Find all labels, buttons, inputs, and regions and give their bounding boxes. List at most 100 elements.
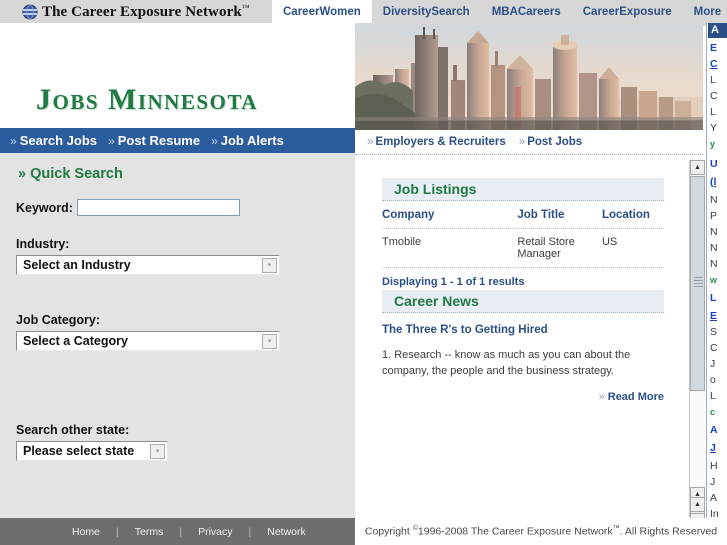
news-article-body: 1. Research -- know as much as you can a…: [382, 349, 631, 377]
state-select-value: Please select state: [23, 444, 135, 458]
quick-search-heading-label: Quick Search: [30, 166, 123, 182]
state-select[interactable]: Please select state ▾: [16, 441, 168, 461]
rail-line: o: [710, 375, 716, 386]
tab-diversitysearch[interactable]: DiversitySearch: [372, 0, 481, 23]
copyright-trademark-icon: ™: [612, 525, 620, 533]
job-listings-heading: Job Listings: [394, 181, 477, 197]
rail-line: C: [710, 343, 718, 354]
rail-line[interactable]: (l: [710, 177, 727, 188]
job-category-select-value: Select a Category: [23, 334, 128, 348]
cell-location: US: [601, 228, 664, 268]
table-row[interactable]: Tmobile Retail Store Manager US: [382, 228, 664, 268]
rail-line: w: [710, 275, 718, 285]
browser-tab-bar: The Career Exposure Network™ CareerWomen…: [0, 0, 727, 23]
footer-link-privacy[interactable]: Privacy: [198, 526, 232, 538]
rail-line: H: [710, 461, 718, 472]
page-root: The Career Exposure Network™ CareerWomen…: [0, 0, 727, 545]
nav-job-alerts-label: Job Alerts: [220, 133, 284, 148]
right-sidebar: A E C L C L Y y U (l N P N N N w L E S C…: [706, 23, 727, 545]
rail-line: L: [710, 391, 716, 402]
job-category-label: Job Category:: [16, 313, 101, 327]
header-skyline-image: [355, 25, 703, 130]
chevron-right-icon: »: [18, 166, 27, 182]
keyword-label: Keyword:: [16, 200, 73, 215]
rail-line: N: [710, 227, 718, 238]
job-listings-table: Company Job Title Location Tmobile Retai…: [382, 201, 664, 268]
copyright-body: 1996-2008 The Career Exposure Network: [417, 525, 613, 538]
page-title: Jobs Minnesota: [36, 83, 258, 116]
rail-line: A: [710, 493, 718, 504]
copyright-text: Copyright ©1996-2008 The Career Exposure…: [365, 525, 717, 538]
chevron-right-icon: »: [598, 391, 605, 403]
brand-name: The Career Exposure Network™: [42, 3, 250, 21]
page-scroll-up-button[interactable]: ▲: [690, 497, 705, 512]
rail-line: J: [710, 477, 716, 488]
footer-link-home[interactable]: Home: [72, 526, 100, 538]
col-job-title: Job Title: [517, 201, 602, 229]
nav-job-alerts[interactable]: » Job Alerts: [211, 133, 284, 148]
cell-job-title: Retail Store Manager: [517, 228, 602, 268]
rail-line: Y: [710, 123, 718, 134]
chevron-right-icon: »: [211, 134, 218, 148]
site-brand: The Career Exposure Network™: [22, 2, 250, 22]
chevron-down-icon: ▾: [150, 443, 165, 459]
nav-employers-recruiters-label: Employers & Recruiters: [375, 136, 506, 148]
nav-search-jobs-label: Search Jobs: [19, 133, 98, 148]
rail-line[interactable]: U: [710, 159, 727, 170]
rail-line: C: [710, 91, 718, 102]
col-company: Company: [382, 201, 518, 229]
tab-careerwomen-label: CareerWomen: [283, 5, 361, 18]
rail-line: P: [710, 211, 718, 222]
footer-link-terms[interactable]: Terms: [135, 526, 164, 538]
job-category-select[interactable]: Select a Category ▾: [16, 331, 280, 351]
footer-separator: |: [179, 525, 183, 538]
rail-line[interactable]: E: [710, 311, 727, 322]
career-news-panel: Career News The Three R's to Getting Hir…: [382, 290, 664, 403]
job-listings-header: Job Listings: [382, 178, 664, 201]
primary-nav: » Search Jobs » Post Resume » Job Alerts: [0, 128, 355, 153]
tab-mbacareers-label: MBACareers: [491, 5, 561, 18]
career-news-heading: Career News: [394, 293, 479, 309]
rail-line[interactable]: A: [710, 425, 727, 436]
rail-line[interactable]: L: [710, 293, 727, 304]
copyright-area: Copyright ©1996-2008 The Career Exposure…: [355, 518, 727, 545]
job-listings-panel: Job Listings Company Job Title Location …: [382, 178, 664, 297]
tab-careerexposure[interactable]: CareerExposure: [572, 0, 683, 23]
copyright-suffix: . All Rights Reserved: [619, 525, 718, 538]
footer-link-network[interactable]: Network: [267, 526, 306, 538]
nav-post-jobs[interactable]: » Post Jobs: [519, 136, 582, 148]
main-content: Job Listings Company Job Title Location …: [355, 156, 689, 495]
industry-select[interactable]: Select an Industry ▾: [16, 255, 280, 275]
rail-line: L: [710, 107, 716, 118]
tab-careerwomen[interactable]: CareerWomen: [272, 0, 372, 23]
job-category-field: Job Category: Select a Category ▾: [16, 313, 280, 351]
rail-line: y: [710, 139, 716, 149]
network-tabs: CareerWomen DiversitySearch MBACareers C…: [272, 0, 727, 23]
chevron-right-icon: »: [367, 136, 374, 148]
triangle-up-icon: ▲: [694, 501, 701, 508]
table-header-row: Company Job Title Location: [382, 201, 664, 229]
rail-line[interactable]: J: [710, 443, 727, 454]
keyword-field-row: Keyword:: [16, 199, 240, 216]
chevron-right-icon: »: [10, 134, 17, 148]
chevron-down-icon: ▾: [262, 333, 277, 349]
browser-scrollbar[interactable]: ▲ ▼: [690, 0, 705, 545]
tab-diversitysearch-label: DiversitySearch: [382, 5, 470, 18]
globe-icon: [22, 4, 38, 20]
news-article-title[interactable]: The Three R's to Getting Hired: [382, 313, 664, 336]
right-sidebar-header: A: [708, 23, 727, 38]
footer-separator: |: [116, 525, 119, 538]
nav-search-jobs[interactable]: » Search Jobs: [10, 133, 97, 148]
search-input[interactable]: [76, 199, 240, 216]
brand-trademark: ™: [241, 3, 250, 12]
nav-post-resume[interactable]: » Post Resume: [108, 133, 200, 148]
read-more-link[interactable]: » Read More: [382, 379, 664, 403]
chevron-right-icon: »: [518, 136, 526, 148]
rail-line: N: [710, 259, 718, 270]
rail-line[interactable]: E: [710, 43, 727, 54]
rail-line: N: [710, 195, 718, 206]
nav-employers-recruiters[interactable]: » Employers & Recruiters: [367, 136, 506, 148]
tab-mbacareers[interactable]: MBACareers: [481, 0, 572, 23]
rail-line[interactable]: C: [710, 59, 727, 70]
rail-line: L: [710, 75, 716, 86]
